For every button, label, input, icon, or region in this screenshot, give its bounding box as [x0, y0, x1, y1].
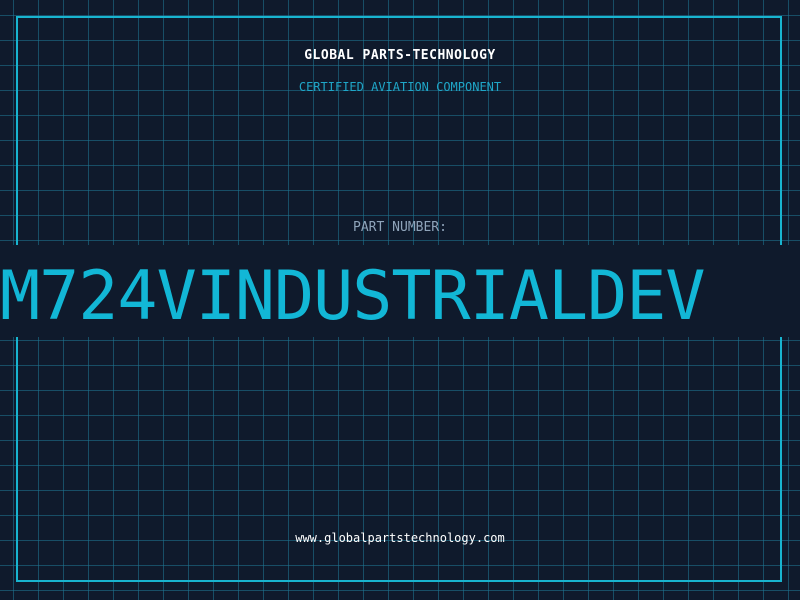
company-name: GLOBAL PARTS-TECHNOLOGY	[304, 48, 496, 63]
part-number-text: M724VINDUSTRIALDEV	[0, 262, 706, 332]
certificate-panel: GLOBAL PARTS-TECHNOLOGY CERTIFIED AVIATI…	[0, 0, 800, 600]
certification-label: CERTIFIED AVIATION COMPONENT	[298, 80, 502, 94]
part-number-label: PART NUMBER:	[353, 220, 447, 235]
part-number-value: M724VINDUSTRIALDEV	[0, 262, 800, 332]
website-url[interactable]: www.globalpartstechnology.com	[0, 531, 800, 545]
